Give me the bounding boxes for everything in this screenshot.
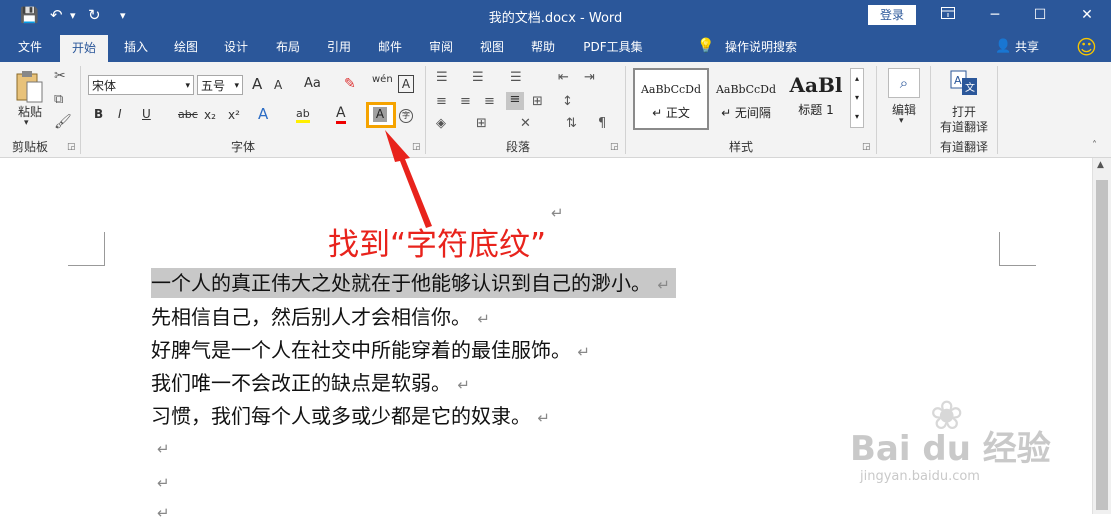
scrollbar-thumb[interactable]	[1096, 180, 1108, 510]
doc-line[interactable]: 先相信自己，然后别人才会相信你。 ↵	[151, 302, 490, 332]
paragraph-mark: ↵	[537, 409, 550, 427]
doc-line-text: 先相信自己，然后别人才会相信你。	[151, 305, 471, 329]
paragraph-mark: ↵	[457, 376, 470, 394]
doc-line-selected[interactable]: 一个人的真正伟大之处就在于他能够认识到自己的渺小。 ↵	[151, 268, 676, 298]
doc-line-text: 好脾气是一个人在社交中所能穿着的最佳服饰。	[151, 338, 571, 362]
doc-line[interactable]: 好脾气是一个人在社交中所能穿着的最佳服饰。 ↵	[151, 335, 590, 365]
watermark-url: jingyan.baidu.com	[860, 469, 980, 484]
paragraph-mark: ↵	[157, 440, 170, 458]
doc-line-text: 习惯，我们每个人或多或少都是它的奴隶。	[151, 404, 531, 428]
doc-line-text: 一个人的真正伟大之处就在于他能够认识到自己的渺小。	[151, 271, 651, 295]
scroll-up-icon[interactable]: ▲	[1097, 160, 1104, 170]
paragraph-mark: ↵	[657, 276, 670, 294]
vertical-scrollbar[interactable]: ▲	[1092, 158, 1111, 514]
paragraph-mark: ↵	[157, 504, 170, 522]
watermark-brand: Bai du 经验	[850, 429, 1051, 469]
paragraph-mark: ↵	[577, 343, 590, 361]
baidu-watermark: ❀ Bai du 经验 jingyan.baidu.com	[850, 393, 1051, 495]
annotation-callout: 找到“字符底纹”	[328, 227, 547, 263]
paragraph-mark: ↵	[477, 310, 490, 328]
paragraph-mark: ↵	[157, 474, 170, 492]
doc-line-text: 我们唯一不会改正的缺点是软弱。	[151, 371, 451, 395]
doc-line[interactable]: 习惯，我们每个人或多或少都是它的奴隶。 ↵	[151, 401, 550, 431]
doc-line[interactable]: 我们唯一不会改正的缺点是软弱。 ↵	[151, 368, 470, 398]
